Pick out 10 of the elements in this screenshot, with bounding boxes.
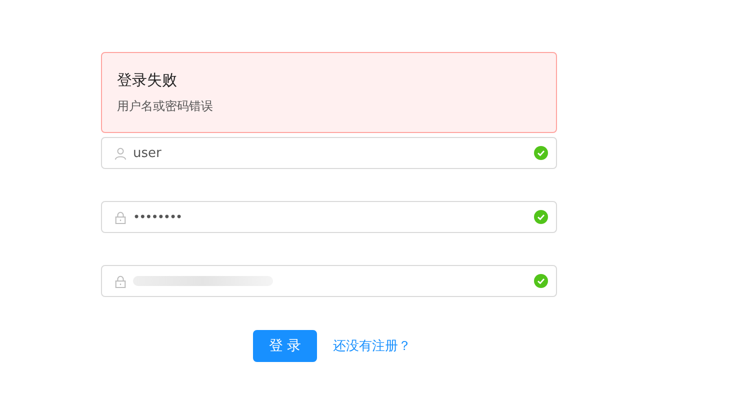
lock-icon <box>114 210 127 224</box>
input-field[interactable]: user <box>101 137 557 169</box>
lock-icon <box>114 274 127 288</box>
input-field[interactable]: •••••••• <box>101 201 557 233</box>
alert-title: 登录失败 <box>117 71 178 90</box>
field-value: user <box>133 146 162 160</box>
alert-message: 用户名或密码错误 <box>117 98 214 115</box>
user-icon <box>114 146 127 160</box>
input-field[interactable] <box>101 265 557 297</box>
field-value: •••••••• <box>133 210 182 224</box>
